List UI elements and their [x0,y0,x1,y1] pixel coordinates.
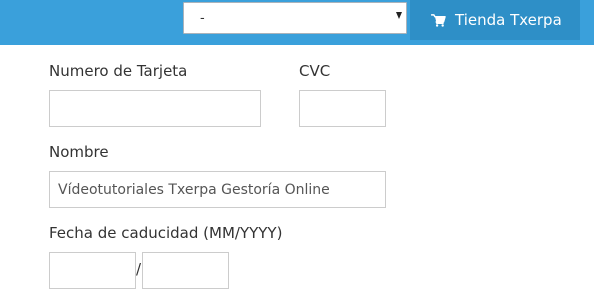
name-label: Nombre [49,143,109,161]
card-number-field[interactable] [49,90,261,127]
name-field[interactable] [49,171,386,208]
shopping-cart-icon [431,13,446,27]
store-select[interactable]: - [183,2,407,34]
expiry-label: Fecha de caducidad (MM/YYYY) [49,224,283,242]
expiry-month-field[interactable] [49,252,136,289]
top-bar: - Tienda Txerpa [0,0,594,45]
card-number-label: Numero de Tarjeta [49,62,188,80]
shop-button[interactable]: Tienda Txerpa [410,0,580,40]
expiry-separator: / [136,260,142,278]
shop-button-label: Tienda Txerpa [455,11,562,29]
expiry-year-field[interactable] [142,252,229,289]
cvc-label: CVC [299,62,331,80]
dropdown-arrow-icon [396,12,402,19]
cvc-field[interactable] [299,90,386,127]
payment-form-page: - Tienda Txerpa Numero de Tarjeta CVC No… [0,0,594,301]
store-select-value: - [200,11,205,26]
